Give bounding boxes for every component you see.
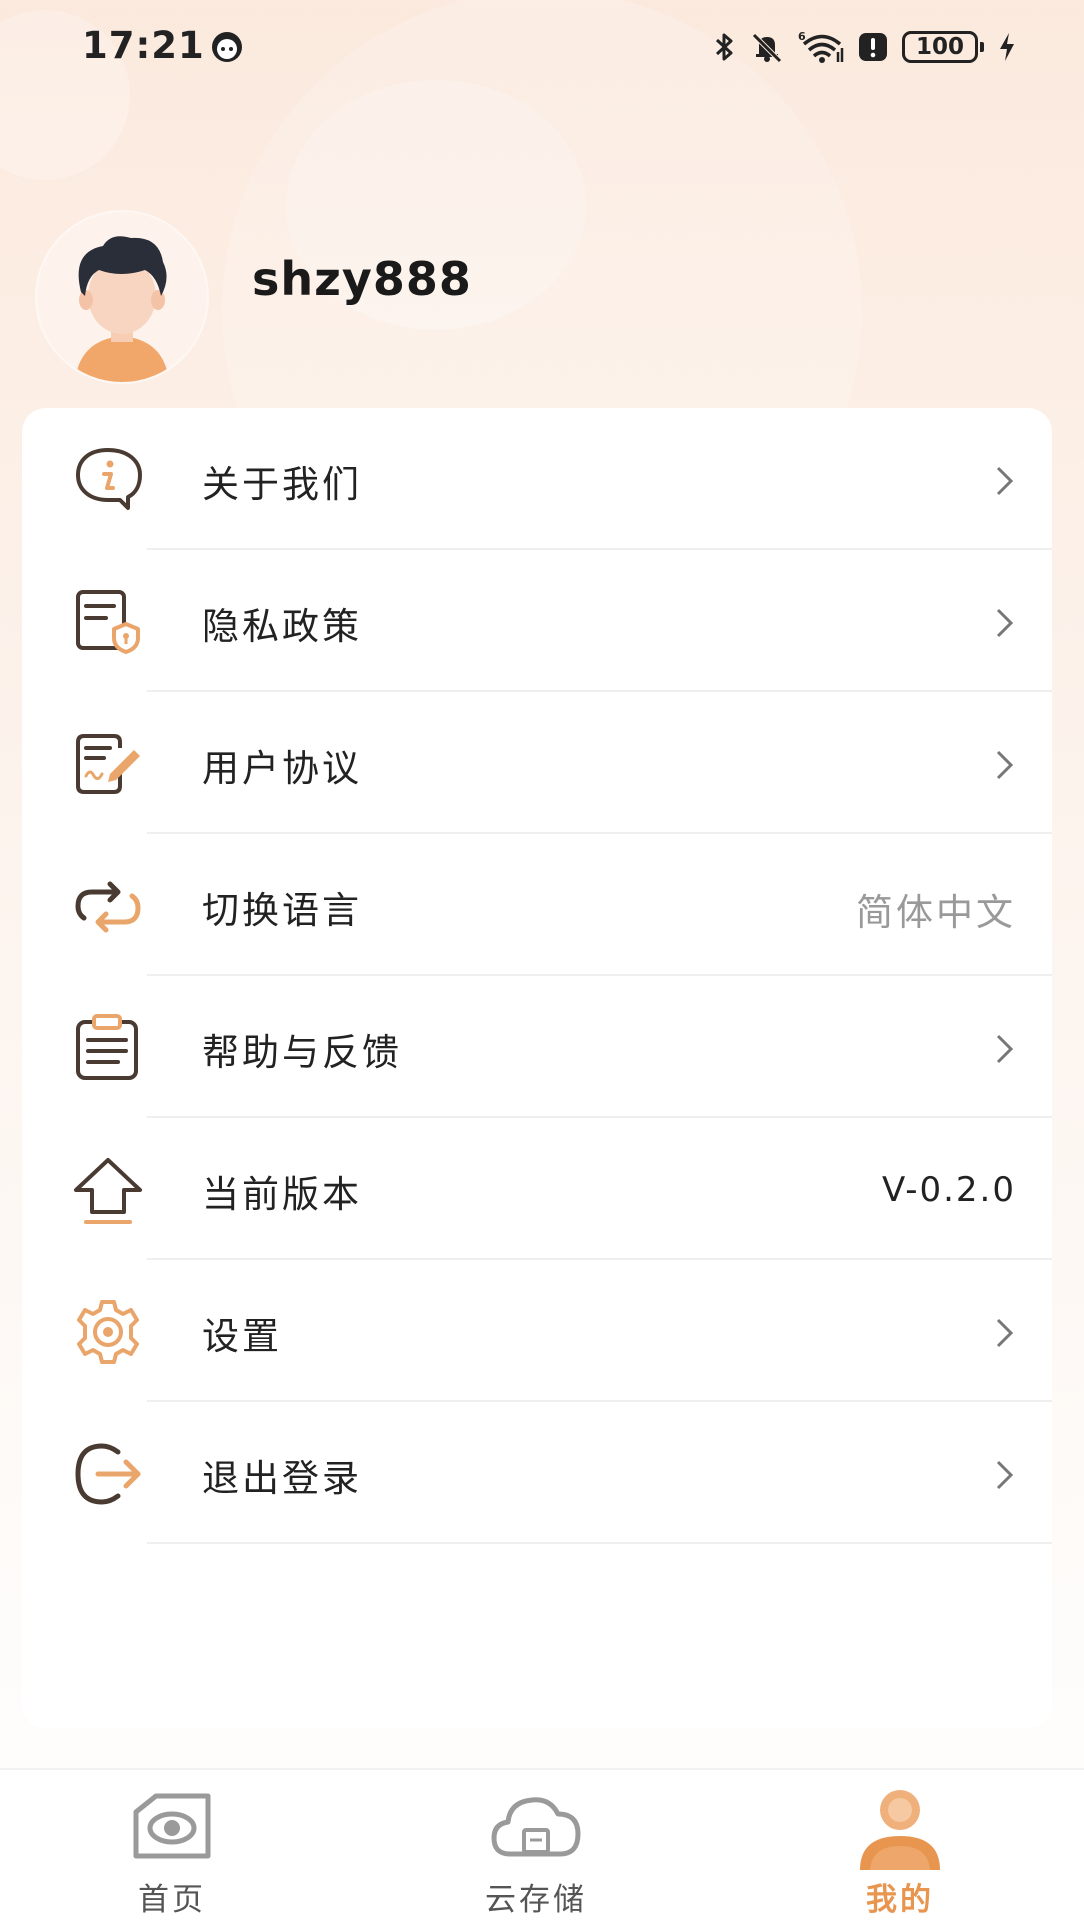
- avatar[interactable]: [37, 212, 207, 382]
- settings-icon: [70, 1296, 146, 1368]
- chevron-right-icon: [996, 1460, 1014, 1490]
- camera-home-icon: [133, 1793, 211, 1859]
- menu-label: 帮助与反馈: [202, 1031, 402, 1074]
- menu-item-settings[interactable]: 设置: [22, 1260, 1052, 1402]
- avatar-icon: [75, 236, 169, 382]
- chevron-right-icon: [996, 466, 1014, 496]
- bottom-navigation: 首页 云存储 我的: [0, 1768, 1084, 1930]
- menu-item-current-version[interactable]: 当前版本 V-0.2.0: [22, 1118, 1052, 1260]
- tab-label: 我的: [866, 1882, 934, 1918]
- menu-item-about-us[interactable]: 关于我们: [22, 408, 1052, 550]
- tab-label: 云存储: [485, 1882, 587, 1918]
- menu-label: 切换语言: [202, 889, 362, 932]
- privacy-policy-icon: [70, 586, 146, 658]
- face-icon: [212, 32, 242, 62]
- battery-icon: 100: [902, 31, 984, 63]
- divider: [147, 1542, 1052, 1544]
- bluetooth-icon: [715, 33, 733, 61]
- menu-card: 关于我们 隐私政策 用户协议 切换语言 简体中文 帮助与反馈 当前版本 V-0.…: [22, 408, 1052, 1728]
- menu-label: 当前版本: [202, 1173, 362, 1216]
- battery-level: 100: [915, 34, 964, 60]
- menu-label: 隐私政策: [202, 605, 362, 648]
- current-language-value: 简体中文: [856, 891, 1016, 934]
- charging-icon: [1000, 33, 1014, 61]
- tab-label: 首页: [138, 1882, 206, 1918]
- status-icons: 6 100: [712, 30, 1016, 64]
- profile-icon: [860, 1790, 940, 1870]
- mute-icon: [752, 33, 782, 63]
- menu-item-help-feedback[interactable]: 帮助与反馈: [22, 976, 1052, 1118]
- menu-label: 用户协议: [202, 747, 362, 790]
- menu-item-switch-language[interactable]: 切换语言 简体中文: [22, 834, 1052, 976]
- user-agreement-icon: [70, 728, 146, 800]
- alert-icon: [859, 33, 887, 61]
- wifi-icon: 6: [798, 30, 844, 63]
- upgrade-icon: [70, 1154, 146, 1226]
- chevron-right-icon: [996, 750, 1014, 780]
- menu-label: 关于我们: [202, 463, 362, 506]
- username: shzy888: [252, 252, 472, 306]
- chevron-right-icon: [996, 1318, 1014, 1348]
- menu-label: 设置: [202, 1315, 282, 1358]
- tab-profile[interactable]: 我的: [800, 1770, 1000, 1930]
- help-feedback-icon: [70, 1012, 146, 1084]
- menu-item-logout[interactable]: 退出登录: [22, 1402, 1052, 1544]
- info-icon: [70, 444, 146, 516]
- tab-cloud-storage[interactable]: 云存储: [436, 1770, 636, 1930]
- menu-item-privacy-policy[interactable]: 隐私政策: [22, 550, 1052, 692]
- svg-text:6: 6: [798, 30, 806, 43]
- status-time: 17:21: [82, 24, 205, 67]
- menu-label: 退出登录: [202, 1457, 362, 1500]
- cloud-storage-icon: [491, 1797, 581, 1857]
- switch-language-icon: [70, 870, 146, 942]
- menu-item-user-agreement[interactable]: 用户协议: [22, 692, 1052, 834]
- chevron-right-icon: [996, 1034, 1014, 1064]
- chevron-right-icon: [996, 608, 1014, 638]
- status-bar: 17:21 6 100: [0, 0, 1084, 100]
- tab-home[interactable]: 首页: [72, 1770, 272, 1930]
- logout-icon: [70, 1438, 146, 1510]
- version-value: V-0.2.0: [881, 1170, 1016, 1210]
